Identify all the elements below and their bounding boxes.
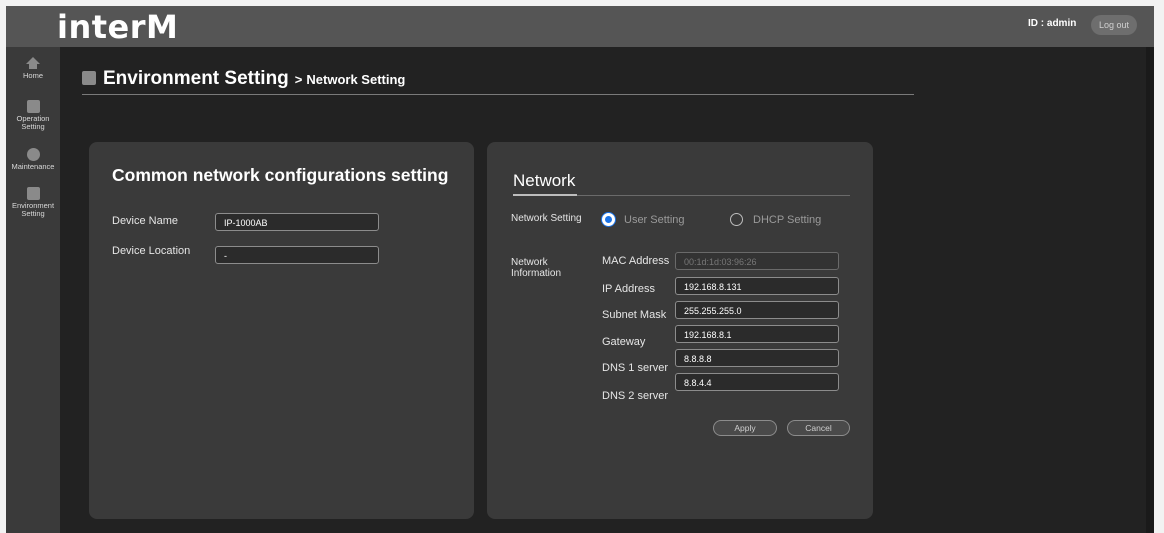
subnet-mask-field[interactable]: 255.255.255.0 bbox=[675, 301, 839, 319]
sidebar-item-operation-setting[interactable]: Operation Setting bbox=[6, 100, 60, 131]
ip-address-field[interactable]: 192.168.8.131 bbox=[675, 277, 839, 295]
gateway-field[interactable]: 192.168.8.1 bbox=[675, 325, 839, 343]
sidebar-item-label: Operation Setting bbox=[16, 114, 50, 131]
app-window: interM ID : admin Log out Home Operation… bbox=[6, 6, 1154, 533]
sidebar-item-label: Environment Setting bbox=[11, 201, 55, 218]
logout-button[interactable]: Log out bbox=[1091, 15, 1137, 35]
device-name-label: Device Name bbox=[112, 215, 179, 227]
page-title: Environment Setting > Network Setting bbox=[82, 68, 405, 90]
network-setting-label: Network Setting bbox=[511, 213, 582, 224]
sidebar-item-label: Home bbox=[22, 71, 43, 80]
sidebar-item-maintenance[interactable]: Maintenance bbox=[6, 148, 60, 171]
mac-address-label: MAC Address bbox=[602, 255, 670, 267]
gear-icon bbox=[26, 187, 40, 200]
sidebar-item-home[interactable]: Home bbox=[6, 57, 60, 80]
cancel-button[interactable]: Cancel bbox=[787, 420, 850, 436]
title-divider bbox=[82, 94, 914, 95]
gear-icon bbox=[82, 70, 96, 85]
user-setting-radio[interactable] bbox=[602, 213, 615, 226]
home-icon bbox=[26, 57, 40, 69]
dns1-field[interactable]: 8.8.8.8 bbox=[675, 349, 839, 367]
right-edge bbox=[1146, 47, 1154, 533]
breadcrumb-separator: > bbox=[294, 72, 303, 87]
chart-icon bbox=[26, 100, 40, 113]
network-information-label: Network Information bbox=[511, 257, 562, 279]
user-id-label: ID : admin bbox=[1028, 18, 1077, 29]
common-network-heading: Common network configurations setting bbox=[112, 165, 449, 185]
device-name-field[interactable]: IP-1000AB bbox=[215, 213, 379, 231]
page-subtitle: Network Setting bbox=[306, 72, 406, 87]
network-heading: Network bbox=[513, 171, 576, 190]
sidebar-item-label: Maintenance bbox=[11, 162, 55, 171]
sidebar: Home Operation Setting Maintenance Envir… bbox=[6, 47, 60, 533]
dhcp-setting-radio[interactable] bbox=[730, 213, 743, 226]
mac-address-field: 00:1d:1d:03:96:26 bbox=[675, 252, 839, 270]
dns1-label: DNS 1 server bbox=[602, 362, 669, 374]
network-card: Network Network Setting User Setting DHC… bbox=[487, 142, 873, 519]
dns2-label: DNS 2 server bbox=[602, 390, 669, 402]
user-setting-label: User Setting bbox=[624, 214, 685, 226]
ip-address-label: IP Address bbox=[602, 283, 655, 295]
gateway-label: Gateway bbox=[602, 336, 646, 348]
apply-button[interactable]: Apply bbox=[713, 420, 777, 436]
page-title-main: Environment Setting bbox=[103, 68, 289, 89]
top-bar: interM ID : admin Log out bbox=[6, 6, 1154, 47]
dns2-field[interactable]: 8.8.4.4 bbox=[675, 373, 839, 391]
dhcp-setting-label: DHCP Setting bbox=[753, 214, 822, 226]
network-tab-indicator bbox=[513, 194, 577, 196]
common-network-card: Common network configurations setting De… bbox=[89, 142, 474, 519]
device-location-label: Device Location bbox=[112, 245, 191, 257]
device-location-field[interactable]: - bbox=[215, 246, 379, 264]
brand-logo: interM bbox=[57, 8, 179, 46]
wrench-icon bbox=[26, 148, 40, 161]
sidebar-item-environment-setting[interactable]: Environment Setting bbox=[6, 187, 60, 218]
subnet-mask-label: Subnet Mask bbox=[602, 309, 667, 321]
